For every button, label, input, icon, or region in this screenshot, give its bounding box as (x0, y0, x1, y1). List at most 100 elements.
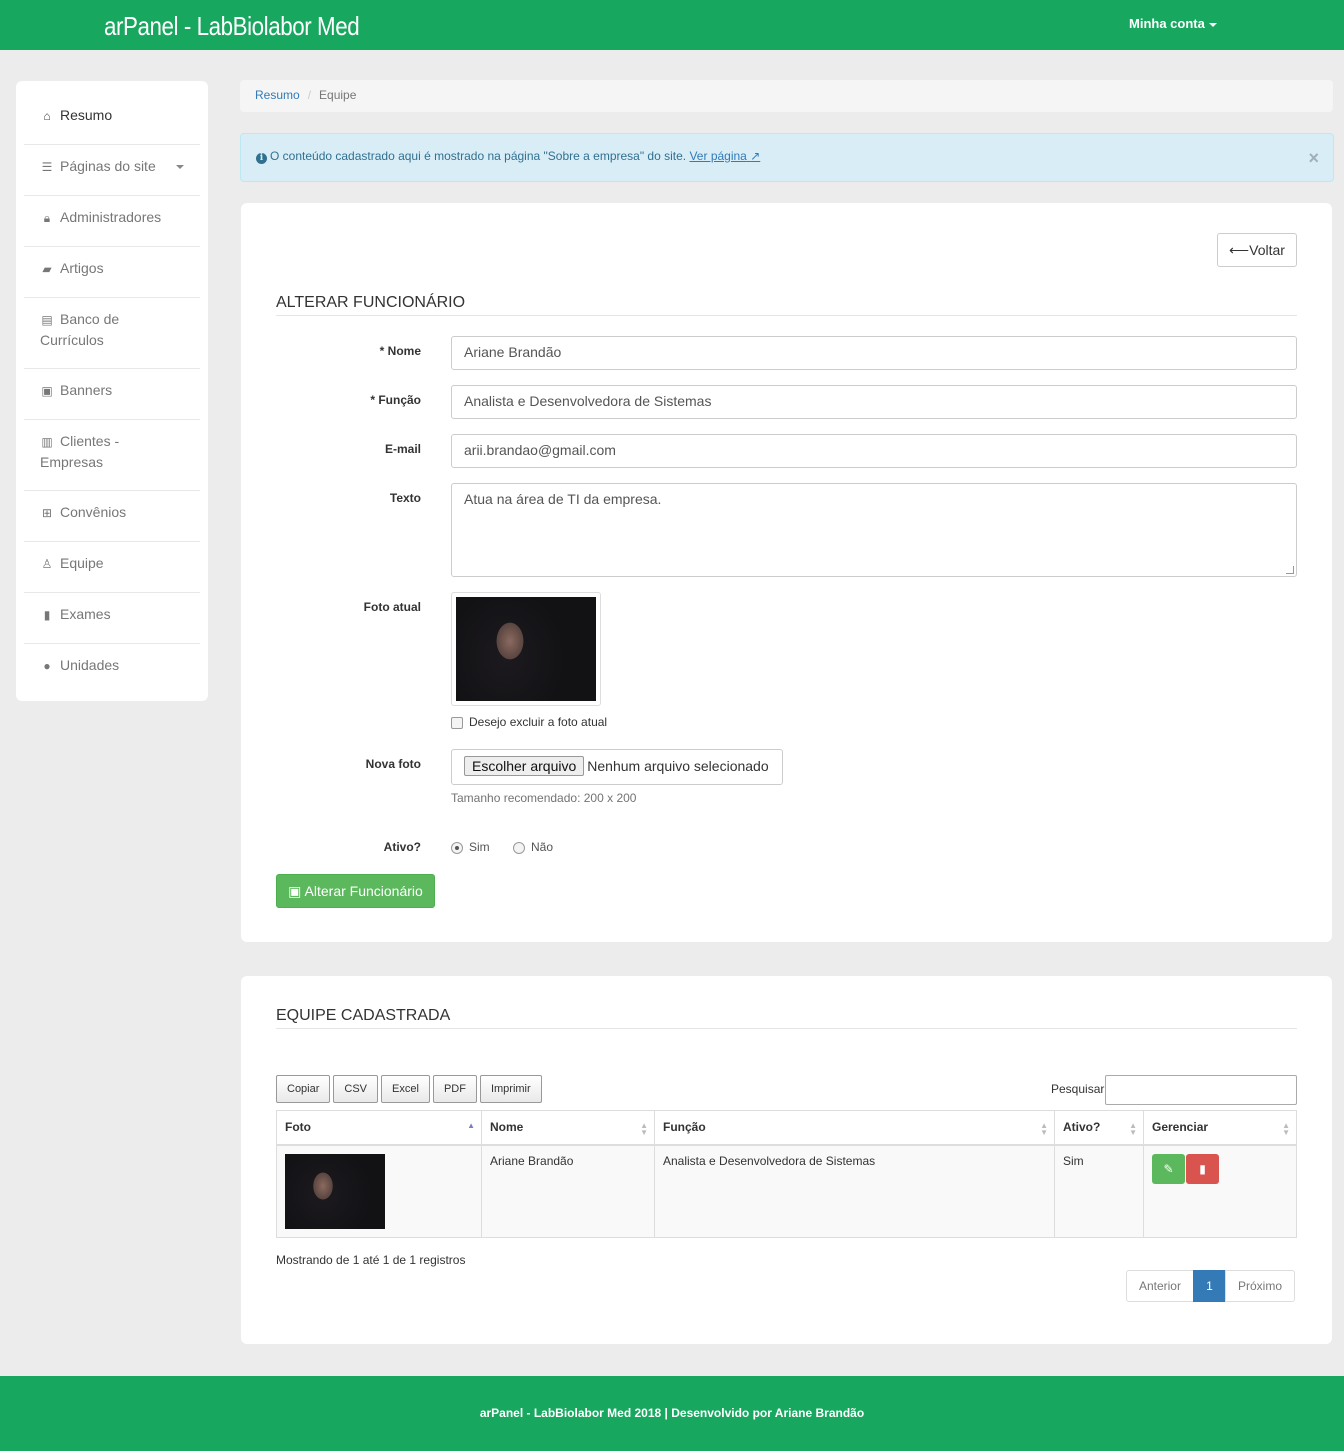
ativo-nao-label: Não (531, 840, 554, 854)
sidebar-item-artigos[interactable]: ▰ Artigos (24, 247, 200, 298)
breadcrumb-separator: / (307, 88, 312, 102)
col-funcao[interactable]: Função ▲ ▼ (654, 1110, 1055, 1146)
texto-value: Atua na área de TI da empresa. (464, 491, 662, 507)
file-help-text: Tamanho recomendado: 200 x 200 (451, 791, 637, 805)
globe-icon: ● (43, 659, 51, 673)
sidebar-item-resumo[interactable]: ⌂ Resumo (24, 94, 200, 145)
sidebar-item-clientes[interactable]: ▥ Clientes - Empresas (24, 420, 200, 491)
sidebar-item-administradores[interactable]: 🔒︎ Administradores (24, 196, 200, 247)
search-input[interactable] (1105, 1075, 1297, 1105)
email-input[interactable]: arii.brandao@gmail.com (451, 434, 1297, 468)
alert-text: O conteúdo cadastrado aqui é mostrado na… (270, 149, 687, 163)
cell-ativo: Sim (1054, 1144, 1144, 1238)
funcao-label: * Função (370, 393, 421, 407)
breadcrumb: Resumo / Equipe (240, 80, 1333, 112)
external-link-icon: ↗ (750, 149, 761, 163)
app-title[interactable]: arPanel - LabBiolabor Med (104, 11, 360, 42)
sidebar-item-label: Administradores (60, 209, 162, 225)
employee-photo (456, 597, 596, 701)
building-icon: ▥ (41, 435, 53, 449)
col-nome[interactable]: Nome ▲ ▼ (481, 1110, 655, 1146)
ativo-nao-radio[interactable] (513, 841, 526, 854)
print-button[interactable]: Imprimir (479, 1075, 542, 1103)
excel-button[interactable]: Excel (381, 1075, 430, 1103)
form-title: ALTERAR FUNCIONÁRIO (276, 294, 1297, 316)
ativo-radio-group: Sim Não (451, 840, 553, 854)
export-buttons: Copiar CSV Excel PDF Imprimir (276, 1075, 545, 1103)
sidebar-item-label: Convênios (60, 504, 127, 520)
book-icon: ▰ (42, 262, 52, 276)
list-icon: ☰ (41, 160, 53, 174)
image-icon: ▣ (41, 384, 53, 398)
col-ativo[interactable]: Ativo? ▲ ▼ (1054, 1110, 1144, 1146)
current-photo (451, 592, 601, 706)
arrow-left-icon: ⟵ (1229, 242, 1250, 258)
sidebar-item-exames[interactable]: ▮ Exames (24, 593, 200, 644)
breadcrumb-home-link[interactable]: Resumo (255, 88, 300, 102)
sidebar-item-curriculos[interactable]: ▤ Banco de Currículos (24, 298, 200, 369)
caret-down-icon (176, 165, 184, 169)
cell-foto (276, 1144, 482, 1238)
col-gerenciar-label: Gerenciar (1152, 1120, 1209, 1135)
employee-thumbnail (285, 1153, 385, 1229)
cell-gerenciar: ✎ ▮ (1143, 1144, 1297, 1238)
back-button[interactable]: ⟵Voltar (1217, 233, 1297, 267)
sidebar-item-label: Artigos (60, 260, 104, 276)
submit-button-label: Alterar Funcionário (304, 883, 423, 899)
excluir-foto-row: Desejo excluir a foto atual (451, 715, 607, 729)
home-icon: ⌂ (43, 109, 51, 123)
pagination: Anterior 1 Próximo (1125, 1270, 1295, 1302)
excluir-foto-label: Desejo excluir a foto atual (469, 715, 608, 729)
sidebar-item-label: Páginas do site (60, 158, 156, 174)
table-info: Mostrando de 1 até 1 de 1 registros (276, 1253, 466, 1267)
edit-button[interactable]: ✎ (1152, 1153, 1185, 1184)
email-label: E-mail (384, 442, 421, 456)
choose-file-button[interactable]: Escolher arquivo (464, 756, 585, 776)
close-icon[interactable]: × (1308, 148, 1319, 169)
team-table: Foto ▲ Nome ▲ ▼ Função ▲ ▼ Ativo? ▲ ▼ Gerenciar… (276, 1110, 1297, 1238)
sidebar-item-label: Resumo (60, 107, 113, 123)
sidebar-item-paginas[interactable]: ☰ Páginas do site (24, 145, 200, 196)
cell-nome: Ariane Brandão (481, 1144, 655, 1238)
sidebar-item-banners[interactable]: ▣ Banners (24, 369, 200, 420)
sidebar-item-convenios[interactable]: ⊞ Convênios (24, 491, 200, 542)
nome-label: * Nome (379, 344, 421, 358)
col-foto[interactable]: Foto ▲ (276, 1110, 482, 1146)
nome-input[interactable]: Ariane Brandão (451, 336, 1297, 370)
sidebar: ⌂ Resumo ☰ Páginas do site 🔒︎ Administrador… (16, 81, 208, 701)
col-gerenciar[interactable]: Gerenciar ▲ ▼ (1143, 1110, 1297, 1146)
team-title: EQUIPE CADASTRADA (276, 1007, 1297, 1029)
col-ativo-label: Ativo? (1063, 1120, 1101, 1135)
ativo-label: Ativo? (383, 840, 421, 854)
csv-button[interactable]: CSV (333, 1075, 379, 1103)
copy-button[interactable]: Copiar (276, 1075, 331, 1103)
ativo-sim-label: Sim (469, 840, 490, 854)
file-input[interactable]: Escolher arquivo Nenhum arquivo seleciona… (451, 749, 783, 785)
pdf-button[interactable]: PDF (432, 1075, 477, 1103)
delete-button[interactable]: ▮ (1186, 1153, 1219, 1184)
ver-pagina-link[interactable]: Ver página ↗ (689, 149, 760, 163)
nova-foto-label: Nova foto (365, 757, 421, 771)
texto-label: Texto (389, 491, 421, 505)
sort-icon: ▲ ▼ (640, 1121, 648, 1137)
ativo-sim-radio[interactable] (451, 841, 463, 854)
submit-button[interactable]: ▣ Alterar Funcionário (276, 874, 435, 908)
pagination-prev[interactable]: Anterior (1125, 1270, 1194, 1302)
pagination-page-1[interactable]: 1 (1192, 1270, 1226, 1302)
edit-employee-panel: ⟵Voltar ALTERAR FUNCIONÁRIO * Nome Arian… (241, 203, 1332, 942)
foto-atual-label: Foto atual (363, 600, 421, 614)
table-row: Ariane Brandão Analista e Desenvolvedora… (276, 1144, 1297, 1238)
team-list-panel: EQUIPE CADASTRADA Copiar CSV Excel PDF Impri… (241, 976, 1332, 1344)
texto-textarea[interactable]: Atua na área de TI da empresa. (451, 483, 1297, 577)
funcao-input[interactable]: Analista e Desenvolvedora de Sistemas (451, 385, 1297, 419)
sidebar-item-equipe[interactable]: ♙ Equipe (24, 542, 200, 593)
caret-down-icon (1208, 22, 1217, 27)
excluir-foto-checkbox[interactable] (451, 716, 463, 729)
account-menu[interactable]: Minha conta (1129, 16, 1217, 31)
sidebar-item-label: Banners (60, 382, 113, 398)
resize-handle[interactable] (1286, 566, 1294, 574)
sidebar-item-unidades[interactable]: ● Unidades (24, 644, 200, 695)
pagination-next[interactable]: Próximo (1224, 1270, 1295, 1302)
edit-icon: ✎ (1163, 1161, 1174, 1176)
top-navbar: arPanel - LabBiolabor Med Minha conta (0, 0, 1344, 50)
